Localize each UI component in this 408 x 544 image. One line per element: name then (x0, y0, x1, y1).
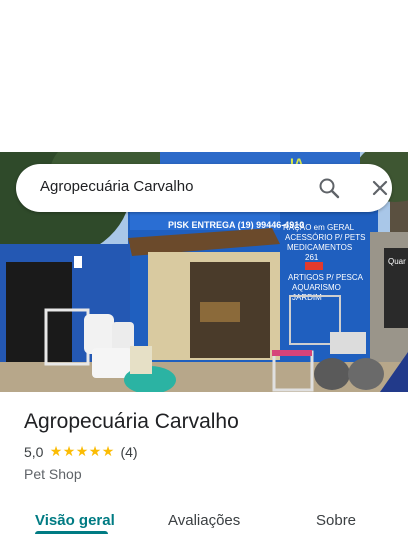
svg-text:Quar: Quar (388, 257, 406, 266)
search-input[interactable]: Agropecuária Carvalho (40, 178, 193, 195)
sign-text-5: ARTIGOS P/ PESCA (288, 273, 364, 282)
rating-row[interactable]: 5,0 ★ ★ ★ ★ ★ (4) (24, 444, 138, 460)
active-tab-indicator (35, 531, 108, 534)
star-icon: ★ (49, 444, 63, 460)
search-bar[interactable]: Agropecuária Carvalho (16, 164, 392, 212)
place-category[interactable]: Pet Shop (24, 466, 82, 482)
place-info-panel: Agropecuária Carvalho 5,0 ★ ★ ★ ★ ★ (4) … (0, 392, 408, 544)
tab-overview[interactable]: Visão geral (35, 512, 115, 529)
tab-about[interactable]: Sobre (316, 512, 356, 529)
star-icon: ★ (62, 444, 76, 460)
close-icon[interactable] (368, 176, 392, 200)
review-count[interactable]: (4) (120, 444, 137, 460)
map-blank-area (0, 0, 408, 152)
sign-text-1: RAÇÃO em GERAL (283, 223, 355, 232)
star-icon: ★ (101, 444, 115, 460)
search-icon[interactable] (317, 176, 341, 200)
sign-text-3: MEDICAMENTOS (287, 243, 352, 252)
sign-text-4: 261 (305, 253, 319, 262)
sign-text-6: AQUARISMO (292, 283, 341, 292)
sign-text-7: JARDIM (292, 293, 322, 302)
tab-reviews[interactable]: Avaliações (168, 512, 240, 529)
sign-text-2: ACESSÓRIO P/ PETS (285, 233, 365, 242)
star-icon: ★ (75, 444, 89, 460)
place-title: Agropecuária Carvalho (24, 410, 239, 433)
tab-bar: Visão geral Avaliações Sobre (0, 500, 408, 544)
rating-value: 5,0 (24, 444, 44, 460)
star-icon: ★ (88, 444, 102, 460)
star-rating: ★ ★ ★ ★ ★ (49, 444, 115, 460)
